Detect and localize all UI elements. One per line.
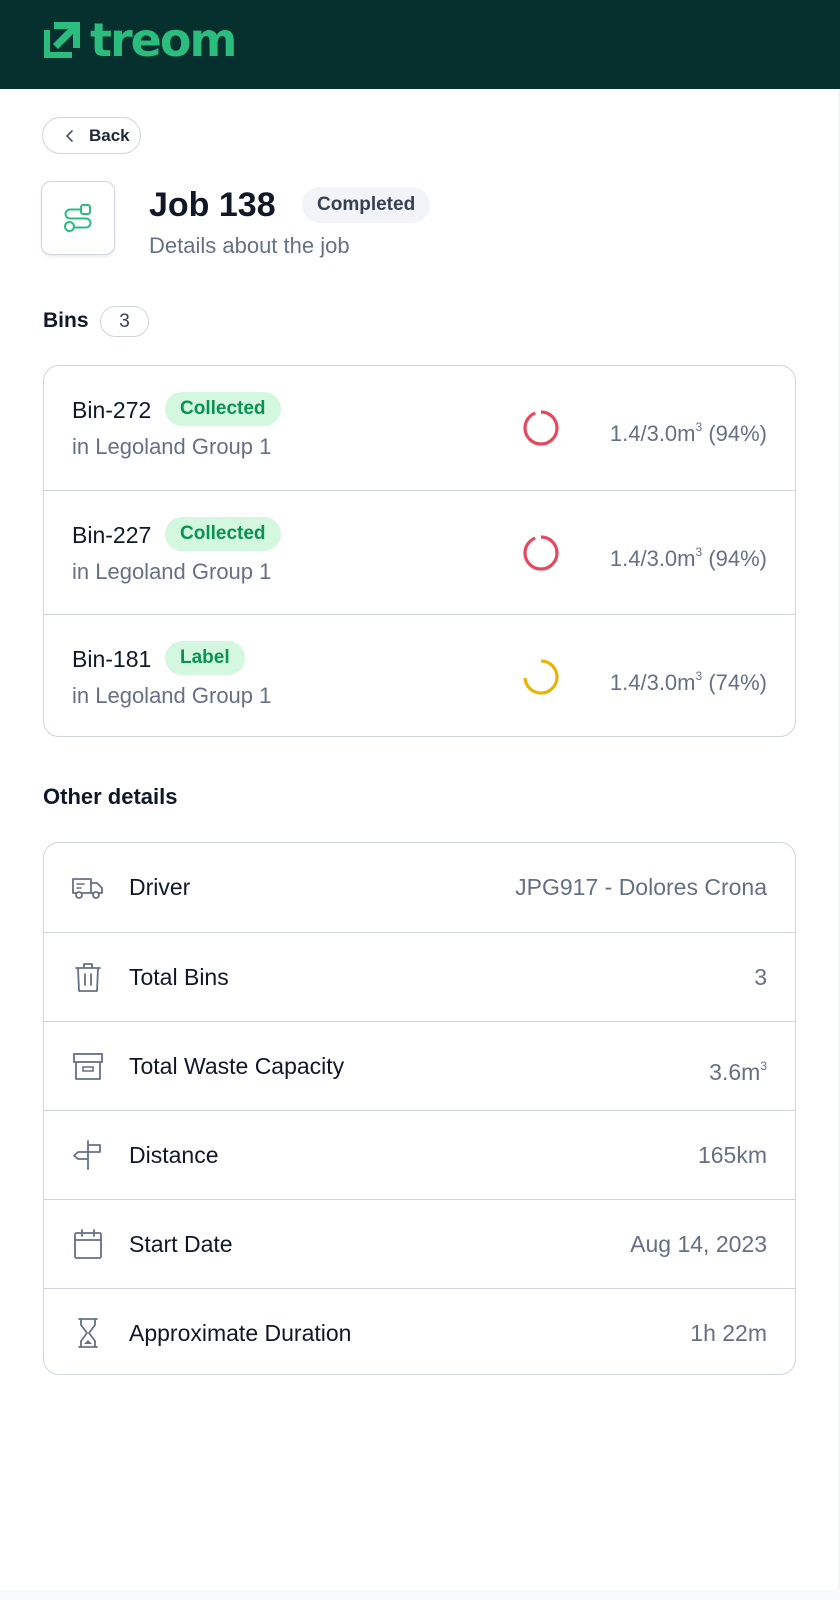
back-button[interactable]: Back <box>42 117 141 154</box>
detail-row-driver: Driver JPG917 - Dolores Crona <box>44 843 795 932</box>
app-header: treom <box>0 0 840 89</box>
bin-location: in Legoland Group 1 <box>72 559 272 584</box>
fill-gauge-arc <box>523 410 559 446</box>
brand-name: treom <box>90 13 237 67</box>
calendar-icon <box>74 1229 102 1259</box>
detail-label: Total Waste Capacity <box>129 1053 345 1079</box>
detail-value: Aug 14, 2023 <box>630 1231 767 1257</box>
bins-list: Bin-272 Collected in Legoland Group 1 1.… <box>43 365 796 737</box>
chevron-left-icon <box>66 129 73 142</box>
detail-row-total-waste-capacity: Total Waste Capacity 3.6m3 <box>44 1021 795 1110</box>
bin-status-badge: Label <box>165 641 245 675</box>
bin-fill-level: 1.4/3.0m3 (94%) <box>609 545 767 571</box>
bins-count-badge: 3 <box>100 306 149 337</box>
detail-value: 3.6m3 <box>709 1059 767 1085</box>
bin-location: in Legoland Group 1 <box>72 434 272 459</box>
arrow-up-right-square-icon <box>44 22 80 58</box>
logo[interactable]: treom <box>44 13 237 67</box>
fill-gauge-icon <box>523 659 559 695</box>
detail-row-start-date: Start Date Aug 14, 2023 <box>44 1199 795 1288</box>
other-details-title: Other details <box>43 784 178 809</box>
back-button-label: Back <box>89 125 130 145</box>
bin-name: Bin-181 <box>72 646 152 672</box>
detail-value: 1h 22m <box>690 1320 767 1346</box>
bins-section-title: Bins <box>43 309 89 332</box>
details-list: Driver JPG917 - Dolores Crona Total Bins… <box>43 842 796 1375</box>
signpost-icon <box>73 1140 101 1170</box>
page-title: Job 138 <box>149 186 276 224</box>
bin-row[interactable]: Bin-272 Collected in Legoland Group 1 1.… <box>44 366 795 490</box>
bin-fill-level: 1.4/3.0m3 (94%) <box>609 420 767 446</box>
detail-label: Start Date <box>129 1231 233 1257</box>
detail-label: Driver <box>129 874 191 900</box>
bin-location: in Legoland Group 1 <box>72 683 272 708</box>
archive-box-icon <box>73 1053 103 1080</box>
detail-row-total-bins: Total Bins 3 <box>44 932 795 1021</box>
bin-row[interactable]: Bin-227 Collected in Legoland Group 1 1.… <box>44 490 795 614</box>
detail-label: Approximate Duration <box>129 1320 352 1346</box>
fill-gauge-icon <box>523 535 559 571</box>
detail-value: JPG917 - Dolores Crona <box>515 874 767 900</box>
detail-value: 3 <box>754 964 767 990</box>
page-subtitle: Details about the job <box>149 233 350 258</box>
fill-gauge-arc <box>523 535 559 571</box>
route-icon <box>64 204 92 232</box>
job-icon-tile <box>41 181 115 255</box>
fill-gauge-icon <box>523 410 559 446</box>
detail-label: Total Bins <box>129 964 229 990</box>
detail-label: Distance <box>129 1142 219 1168</box>
detail-value: 165km <box>697 1142 767 1168</box>
detail-row-distance: Distance 165km <box>44 1110 795 1199</box>
trash-bin-icon <box>75 963 101 992</box>
truck-icon <box>72 878 103 899</box>
hourglass-icon <box>78 1318 98 1348</box>
bin-name: Bin-227 <box>72 522 152 548</box>
bin-status-badge: Collected <box>165 392 281 426</box>
bin-status-badge: Collected <box>165 517 281 551</box>
bin-name: Bin-272 <box>72 397 152 423</box>
job-status-badge: Completed <box>302 187 431 223</box>
bin-fill-level: 1.4/3.0m3 (74%) <box>609 669 767 695</box>
bin-row[interactable]: Bin-181 Label in Legoland Group 1 1.4/3.… <box>44 614 795 736</box>
footer-edge <box>0 1590 840 1600</box>
detail-row-approximate-duration: Approximate Duration 1h 22m <box>44 1288 795 1374</box>
